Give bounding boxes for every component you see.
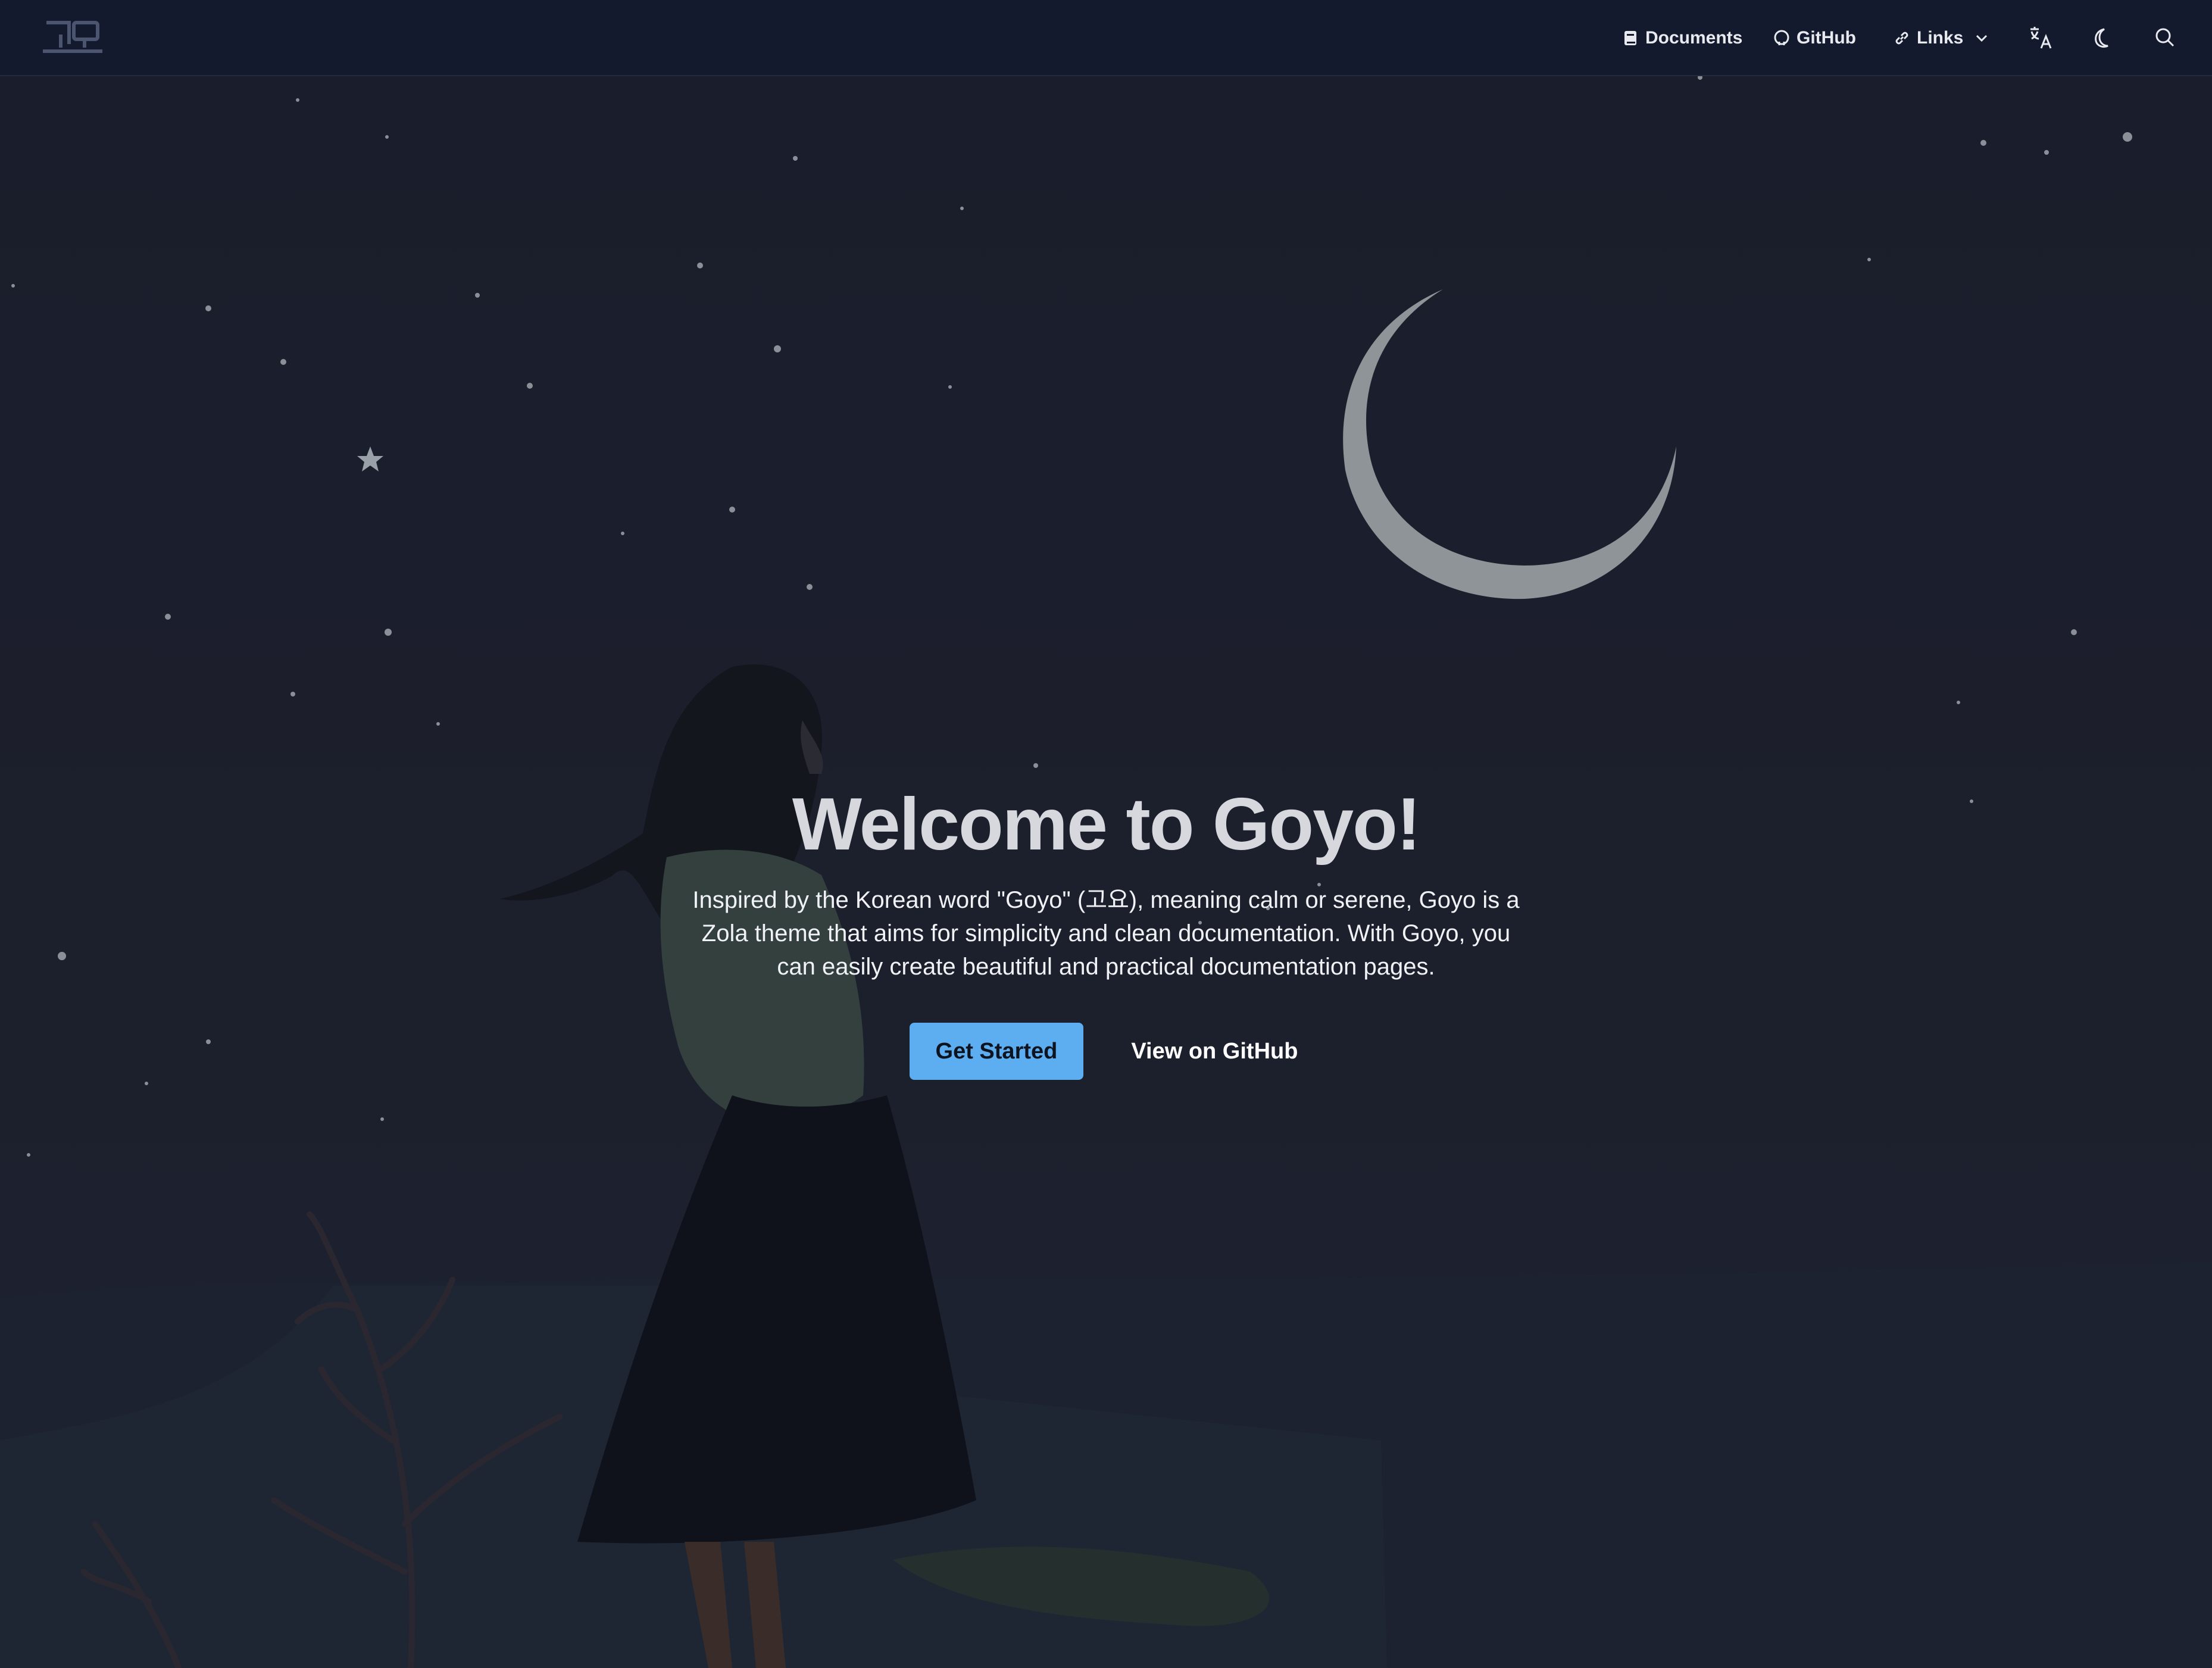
nav-links-dropdown[interactable]: Links <box>1893 21 1989 55</box>
top-navbar: Documents GitHub Links <box>0 0 2212 76</box>
star-shape <box>357 446 383 471</box>
book-icon <box>1621 29 1639 47</box>
github-icon <box>1773 29 1791 47</box>
crescent-moon <box>1343 289 1676 599</box>
hero-description: Inspired by the Korean word "Goyo" (고요),… <box>692 887 1520 980</box>
page: Documents GitHub Links Welcome to Goyo! … <box>0 0 2212 1668</box>
hero-actions: Get Started View on GitHub <box>0 1023 2212 1080</box>
nav-links-label: Links <box>1917 28 1964 48</box>
view-on-github-button[interactable]: View on GitHub <box>1126 1023 1302 1080</box>
translate-icon[interactable] <box>2026 23 2056 52</box>
chevron-down-icon <box>1974 30 1989 46</box>
get-started-button[interactable]: Get Started <box>909 1023 1084 1080</box>
nav-github-label: GitHub <box>1797 28 1856 48</box>
nav-github-link[interactable]: GitHub <box>1773 21 1856 55</box>
link-icon <box>1893 29 1911 47</box>
hero-title: Welcome to Goyo! <box>792 783 1421 866</box>
nav-documents-link[interactable]: Documents <box>1621 21 1742 55</box>
search-icon[interactable] <box>2150 23 2180 52</box>
hero-section: Welcome to Goyo! Inspired by the Korean … <box>0 774 2212 1080</box>
goyo-logo-icon[interactable] <box>43 18 102 56</box>
moon-icon[interactable] <box>2087 23 2117 52</box>
nav-documents-label: Documents <box>1645 28 1743 48</box>
